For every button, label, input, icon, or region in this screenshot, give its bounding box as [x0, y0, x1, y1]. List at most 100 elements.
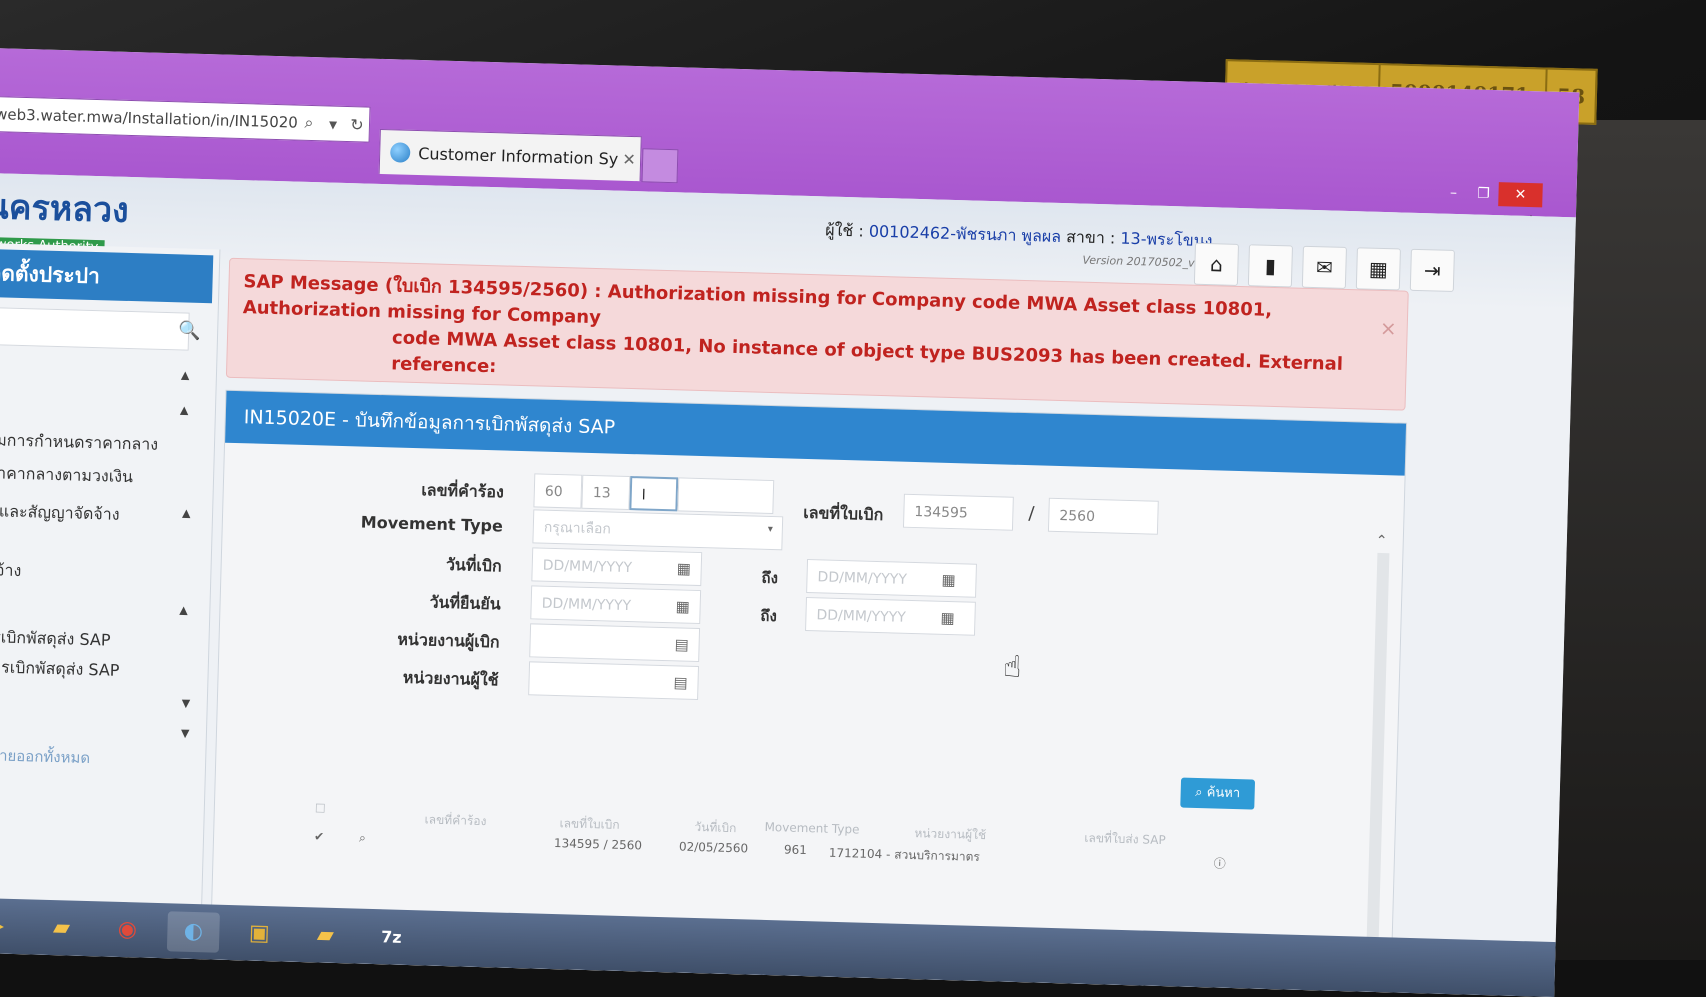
table-header: วันที่เบิก [694, 819, 737, 836]
lookup-icon[interactable]: ▤ [674, 635, 689, 653]
user-info: ผู้ใช้ : 00102462-พัชรนภา พูลผล สาขา : 1… [825, 218, 1213, 254]
logout-button[interactable]: ⇥ [1409, 248, 1455, 292]
search-icon[interactable]: ⌕ [297, 113, 322, 134]
apps-button[interactable]: ▦ [1355, 247, 1401, 291]
user-label: ผู้ใช้ : [824, 220, 865, 241]
sidebar-item-sap[interactable]: การเบิกพัสดุส่ง SAP [0, 625, 111, 654]
row-checkbox[interactable]: ✔ [314, 829, 324, 843]
home-button[interactable]: ⌂ [1193, 242, 1240, 286]
calendar-icon[interactable]: ▦ [675, 597, 690, 615]
movement-type-label: Movement Type [360, 512, 504, 536]
caret-up-icon[interactable]: ▲ [182, 507, 191, 520]
book-button[interactable]: ▮ [1247, 244, 1293, 288]
req-unit-label: หน่วยงานผู้เบิก [397, 629, 500, 652]
sidebar: ติดตั้งประปา 🔍 ▲ ▲ รรมการกำหนดราคากลาง ต… [0, 242, 221, 960]
requisition-separator: / [1028, 503, 1035, 525]
explorer-icon[interactable]: ▶ [0, 905, 22, 946]
search-button-label: ค้นหา [1206, 785, 1241, 802]
user-value: 00102462-พัชรนภา พูลผล [868, 221, 1062, 246]
ie-icon[interactable]: ◐ [166, 910, 220, 953]
search-button[interactable]: ⌕ ค้นหา [1180, 777, 1256, 810]
address-url[interactable]: web3.water.mwa/Installation/in/IN15020ES… [0, 105, 297, 131]
folder-icon[interactable]: ▰ [35, 907, 88, 948]
scrollbar[interactable] [1364, 552, 1390, 997]
requisition-year-field[interactable]: 2560 [1047, 497, 1159, 535]
restore-button[interactable]: ❐ [1468, 181, 1499, 206]
search-panel: IN15020E - บันทึกข้อมูลการเบิกพัสดุส่ง S… [208, 389, 1408, 997]
window-controls: – ❐ ✕ [1438, 181, 1543, 208]
monitor-screen: web3.water.mwa/Installation/in/IN15020ES… [0, 48, 1580, 997]
table-header: Movement Type [764, 819, 860, 837]
hand-cursor-icon: ☝ [1002, 649, 1022, 686]
confirm-date-label: วันที่ยืนยัน [429, 592, 501, 614]
search-icon: ⌕ [1195, 784, 1203, 801]
user-unit-label: หน่วยงานผู้ใช้ [402, 667, 499, 690]
chrome-icon[interactable]: ◉ [101, 909, 154, 950]
header-toolbar: ⌂ ▮ ✉ ▦ ⇥ [1193, 242, 1455, 292]
req-date-label: วันที่เบิก [445, 554, 503, 576]
chevron-down-icon[interactable]: ▾ [321, 114, 346, 134]
7zip-icon[interactable]: 7z [365, 916, 418, 957]
sidebar-item[interactable]: าง และสัญญาจัดจ้าง [0, 499, 120, 528]
new-tab-button[interactable] [641, 148, 679, 184]
web-page: นครหลวง rworks Authority ติดตั้งประปา 🔍 … [0, 172, 1576, 997]
sidebar-item[interactable]: จัดจ้าง [0, 558, 22, 584]
caret-up-icon[interactable]: ▲ [181, 368, 190, 381]
lookup-icon[interactable]: ▤ [673, 673, 688, 691]
tab-title[interactable]: Customer Information Syst... [418, 144, 618, 169]
address-bar[interactable]: web3.water.mwa/Installation/in/IN15020ES… [0, 95, 371, 143]
chevron-down-icon[interactable]: ▾ [768, 524, 773, 535]
caret-down-icon[interactable]: ▼ [182, 697, 191, 710]
info-icon[interactable]: ⓘ [1213, 854, 1226, 871]
branch-label: สาขา : [1065, 227, 1116, 248]
grid-icon: ▦ [1368, 256, 1389, 282]
request-no-field-3[interactable]: l [629, 476, 679, 512]
sidebar-search-input[interactable] [0, 306, 190, 351]
browser-tab[interactable]: Customer Information Syst... ✕ [378, 128, 642, 182]
home-icon: ⌂ [1209, 252, 1224, 277]
envelope-icon: ✉ [1315, 255, 1334, 280]
version-text: Version 20170502_v2 [1082, 253, 1202, 270]
logout-icon: ⇥ [1423, 258, 1442, 283]
search-icon[interactable]: 🔍 [178, 320, 201, 342]
expand-all-link[interactable]: | ขยายออกทั้งหมด [0, 743, 90, 770]
logo-thai: นครหลวง [0, 186, 130, 231]
refresh-icon[interactable]: ↻ [345, 114, 370, 134]
request-no-field-2[interactable]: 13 [581, 474, 631, 511]
book-icon: ▮ [1264, 253, 1277, 278]
table-header: เลขที่คำร้อง [424, 812, 487, 829]
calendar-icon[interactable]: ▦ [676, 559, 691, 577]
mail-button[interactable]: ✉ [1301, 245, 1347, 289]
folder-icon[interactable]: ▰ [299, 914, 352, 955]
sidebar-item-sap-record[interactable]: ลการเบิกพัสดุส่ง SAP [0, 655, 120, 684]
to-label: ถึง [760, 606, 778, 626]
request-no-label: เลขที่คำร้อง [421, 480, 505, 502]
row-unit: 1712104 - สวนบริการมาตร [828, 845, 981, 864]
close-tab-icon[interactable]: ✕ [618, 149, 641, 169]
row-requisition: 134595 / 2560 [553, 836, 643, 853]
row-date: 02/05/2560 [678, 839, 749, 856]
table-header: เลขที่ใบเบิก [559, 816, 620, 832]
request-no-field-1[interactable]: 60 [533, 473, 583, 509]
row-movement: 961 [783, 842, 808, 858]
caret-down-icon[interactable]: ▼ [181, 727, 190, 740]
close-window-button[interactable]: ✕ [1498, 182, 1543, 208]
close-alert-icon[interactable]: × [1380, 315, 1397, 341]
caret-up-icon[interactable]: ▲ [180, 403, 189, 416]
row-search-icon[interactable]: ⌕ [359, 831, 366, 846]
caret-up-icon[interactable]: ▲ [179, 604, 188, 617]
site-favicon-icon [389, 142, 411, 163]
requisition-no-field[interactable]: 134595 [902, 493, 1014, 531]
calendar-icon[interactable]: ▦ [940, 609, 955, 627]
sidebar-item[interactable]: รรมการกำหนดราคากลาง [0, 428, 158, 458]
table-header: หน่วยงานผู้ใช้ [914, 826, 987, 843]
calendar-icon[interactable]: ▦ [941, 571, 956, 589]
to-label: ถึง [761, 568, 779, 588]
minimize-button[interactable]: – [1438, 181, 1469, 206]
files-icon[interactable]: ▣ [233, 913, 286, 954]
sidebar-item[interactable]: ติราคากลางตามวงเงิน [0, 461, 133, 490]
scroll-up-icon[interactable]: ⌃ [1376, 533, 1388, 549]
select-all-checkbox[interactable]: ☐ [315, 801, 326, 815]
sidebar-title[interactable]: ติดตั้งประปา [0, 248, 214, 304]
table-header: เลขที่ใบส่ง SAP [1084, 830, 1166, 848]
